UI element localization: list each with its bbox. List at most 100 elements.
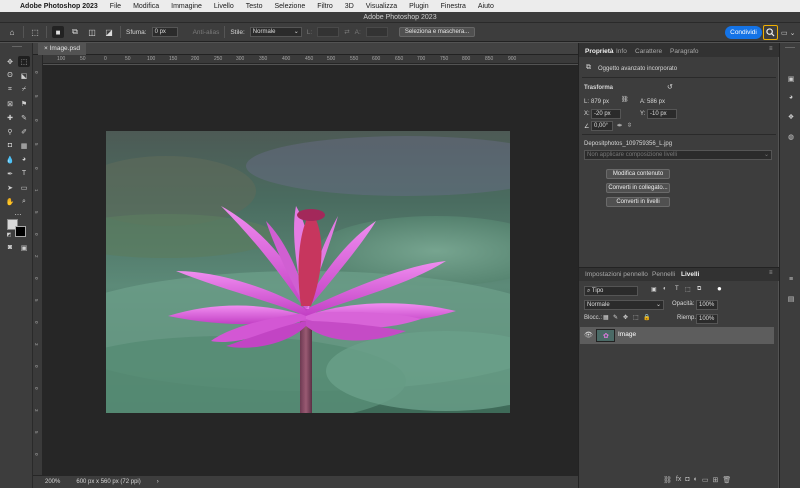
menu-app-name[interactable]: Adobe Photoshop 2023 xyxy=(14,3,104,10)
reset-transform-icon[interactable]: ↺ xyxy=(667,83,673,91)
edit-contents-button[interactable]: Modifica contenuto xyxy=(606,169,670,179)
feather-input[interactable]: 0 px xyxy=(151,27,178,37)
dodge-tool-icon[interactable]: ◕ xyxy=(18,154,30,165)
height-input[interactable] xyxy=(365,27,388,37)
lock-pixels-icon[interactable]: ✎ xyxy=(613,314,618,321)
document-info[interactable]: 600 px x 560 px (72 ppi) xyxy=(76,476,140,488)
flip-horizontal-icon[interactable]: ⇹ xyxy=(617,122,622,129)
tab-brush-settings[interactable]: Impostazioni pennello xyxy=(585,271,648,278)
filter-pixel-icon[interactable]: ▣ xyxy=(651,286,657,293)
filter-smart-object-icon[interactable]: ⧉ xyxy=(697,286,701,293)
layers-panel-icon[interactable]: ❖ xyxy=(785,111,797,123)
width-value[interactable]: 879 px xyxy=(591,99,609,105)
blend-mode-select[interactable]: Normale ⌄ xyxy=(584,300,664,310)
add-mask-icon[interactable]: ◘ xyxy=(685,476,689,484)
filter-type-icon[interactable]: T xyxy=(675,286,679,292)
width-input[interactable] xyxy=(317,27,340,37)
ruler-tool-icon[interactable]: ⚑ xyxy=(18,98,30,109)
frame-tool-icon[interactable]: ⊠ xyxy=(4,98,16,109)
filter-shape-icon[interactable]: ⬚ xyxy=(685,286,691,293)
object-select-tool-icon[interactable]: ⬕ xyxy=(18,70,30,81)
panel-menu-icon[interactable]: ≡ xyxy=(769,270,773,276)
home-icon[interactable]: ⌂ xyxy=(6,26,18,38)
group-icon[interactable]: ▭ xyxy=(702,476,709,484)
canvas-area[interactable] xyxy=(43,65,578,475)
new-selection-icon[interactable]: ■ xyxy=(52,26,64,38)
crop-tool-icon[interactable]: ⌗ xyxy=(4,84,16,95)
spot-healing-tool-icon[interactable]: ✚ xyxy=(4,112,16,123)
menu-modifica[interactable]: Modifica xyxy=(127,3,165,10)
subtract-selection-icon[interactable]: ◫ xyxy=(86,26,98,38)
share-button[interactable]: Condividi xyxy=(725,26,762,39)
lock-artboard-icon[interactable]: ⬚ xyxy=(633,314,639,321)
default-colors-icon[interactable]: ◩ xyxy=(3,229,15,240)
add-selection-icon[interactable]: ⧉ xyxy=(69,26,81,38)
tab-paragraph[interactable]: Paragrafo xyxy=(670,48,699,55)
link-layers-icon[interactable]: ⛓ xyxy=(663,476,672,484)
hand-tool-icon[interactable]: ✋ xyxy=(4,196,16,207)
type-tool-icon[interactable]: T xyxy=(18,168,30,179)
lock-all-icon[interactable]: 🔒 xyxy=(643,314,650,321)
layer-row[interactable]: 👁 ✿ Image xyxy=(580,327,774,344)
menu-filtro[interactable]: Filtro xyxy=(311,3,339,10)
select-and-mask-button[interactable]: Seleziona e maschera... xyxy=(398,27,476,37)
clone-stamp-tool-icon[interactable]: ⚲ xyxy=(4,126,16,137)
x-input[interactable]: -20 px xyxy=(591,109,621,119)
menu-file[interactable]: File xyxy=(104,3,127,10)
menu-finestra[interactable]: Finestra xyxy=(435,3,472,10)
layer-name[interactable]: Image xyxy=(618,331,636,338)
path-select-tool-icon[interactable]: ➤ xyxy=(4,182,16,193)
lock-position-icon[interactable]: ✥ xyxy=(623,314,628,321)
pen-tool-icon[interactable]: ✒ xyxy=(4,168,16,179)
swap-icon[interactable]: ⇄ xyxy=(344,28,349,36)
layer-filter-select[interactable]: ⌕ Tipo xyxy=(584,286,638,296)
convert-to-linked-button[interactable]: Converti in collegato... xyxy=(606,183,670,193)
lasso-tool-icon[interactable]: ʘ xyxy=(4,70,16,81)
menu-visualizza[interactable]: Visualizza xyxy=(360,3,403,10)
opacity-input[interactable]: 100% xyxy=(696,300,718,310)
document-canvas-image[interactable] xyxy=(106,131,510,413)
menu-testo[interactable]: Testo xyxy=(240,3,269,10)
trash-icon[interactable]: 🗑 xyxy=(722,476,731,484)
history-panel-icon[interactable]: ▣ xyxy=(785,73,797,85)
tab-layers[interactable]: Livelli xyxy=(681,271,699,278)
tab-character[interactable]: Carattere xyxy=(635,48,662,55)
antialias-checkbox[interactable]: Anti-alias xyxy=(193,29,220,36)
zoom-tool-icon[interactable]: ⌕ xyxy=(18,196,30,207)
fx-icon[interactable]: fx xyxy=(676,476,681,484)
menu-livello[interactable]: Livello xyxy=(208,3,240,10)
workspace-switcher[interactable]: ▭ ⌄ xyxy=(781,27,797,38)
gradient-tool-icon[interactable]: ▦ xyxy=(18,140,30,151)
menu-plugin[interactable]: Plugin xyxy=(403,3,434,10)
foreground-color-swatch[interactable] xyxy=(15,226,26,237)
search-button[interactable] xyxy=(763,25,778,40)
menu-selezione[interactable]: Selezione xyxy=(268,3,311,10)
tab-info[interactable]: Info xyxy=(616,48,627,55)
filter-adjustment-icon[interactable]: ◐ xyxy=(663,286,667,292)
menu-aiuto[interactable]: Aiuto xyxy=(472,3,500,10)
lock-transparency-icon[interactable]: ▦ xyxy=(603,314,609,321)
adjustment-layer-icon[interactable]: ◐ xyxy=(694,476,698,484)
blur-tool-icon[interactable]: 💧 xyxy=(4,154,16,165)
height-value[interactable]: 586 px xyxy=(647,99,665,105)
rect-marquee-tool-icon[interactable]: ⬚ xyxy=(18,56,30,67)
layer-comp-select[interactable]: Non applicare composizione livelli ⌄ xyxy=(584,150,772,160)
eye-icon[interactable]: 👁 xyxy=(584,331,593,339)
history-brush-tool-icon[interactable]: ✐ xyxy=(18,126,30,137)
intersect-selection-icon[interactable]: ◪ xyxy=(103,26,115,38)
angle-input[interactable]: 0,00° xyxy=(591,121,613,131)
eyedropper-tool-icon[interactable]: ⌿ xyxy=(18,84,30,95)
swatches-panel-icon[interactable]: ◕ xyxy=(785,91,797,103)
new-layer-icon[interactable]: ⊞ xyxy=(712,476,718,484)
screen-mode-icon[interactable]: ▣ xyxy=(18,242,30,253)
style-select[interactable]: Normale ⌄ xyxy=(249,27,302,37)
menu-immagine[interactable]: Immagine xyxy=(165,3,208,10)
link-icon[interactable]: ⛓ xyxy=(621,96,629,103)
convert-to-layers-button[interactable]: Converti in livelli xyxy=(606,197,670,207)
zoom-level[interactable]: 200% xyxy=(45,476,60,488)
chevron-right-icon[interactable]: › xyxy=(157,476,159,488)
panel-menu-icon[interactable]: ≡ xyxy=(769,46,773,52)
y-input[interactable]: -10 px xyxy=(647,109,677,119)
menu-3d[interactable]: 3D xyxy=(339,3,360,10)
filter-toggle-icon[interactable]: ● xyxy=(717,284,722,293)
